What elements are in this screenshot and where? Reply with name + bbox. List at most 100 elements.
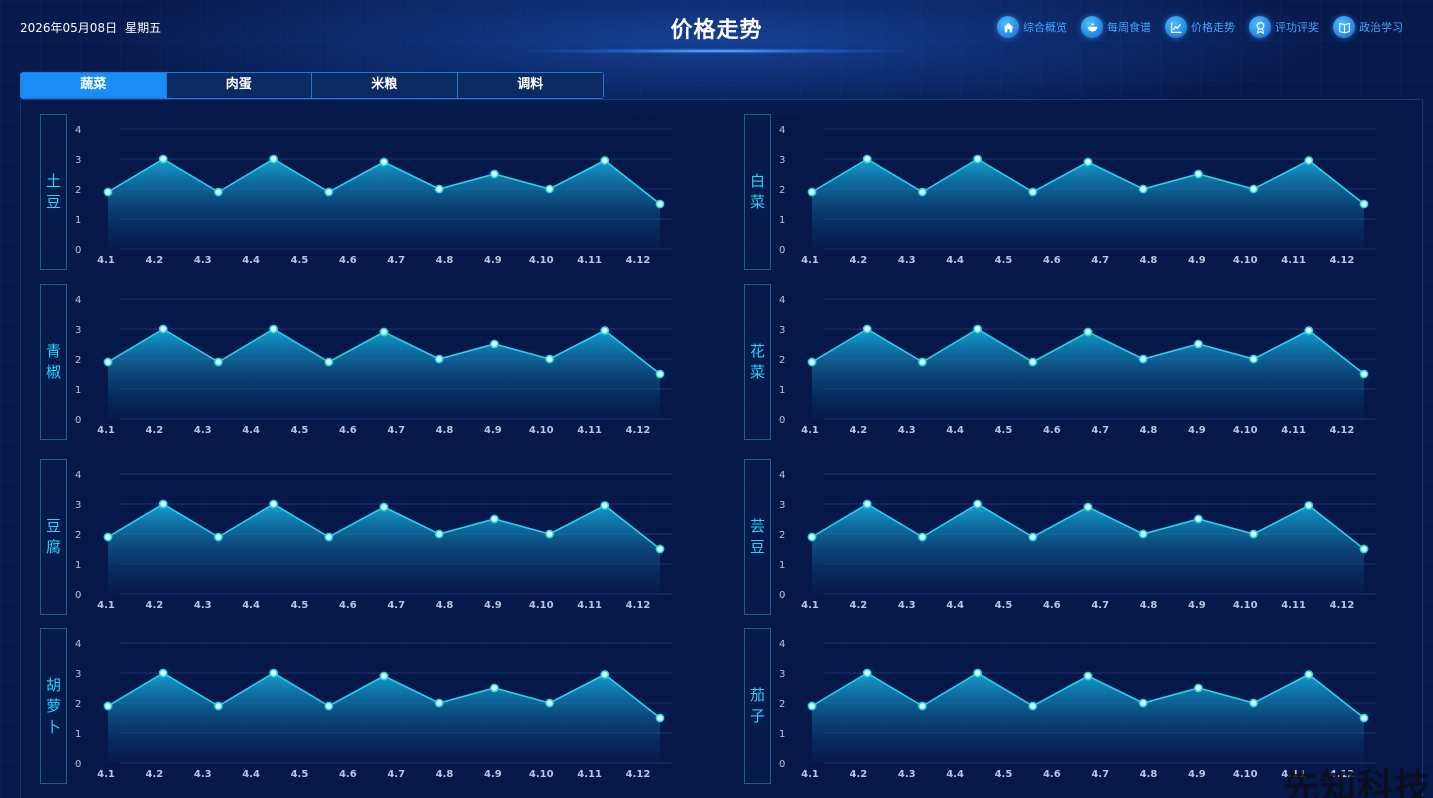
data-point[interactable]: [324, 357, 334, 367]
data-point[interactable]: [269, 668, 278, 678]
data-point[interactable]: [973, 324, 982, 334]
x-tick-label: 4.3: [194, 600, 212, 611]
data-point[interactable]: [1138, 184, 1148, 194]
data-point[interactable]: [269, 324, 278, 334]
data-point[interactable]: [269, 154, 278, 164]
data-point[interactable]: [1193, 514, 1203, 524]
data-point[interactable]: [807, 357, 817, 367]
data-point[interactable]: [1138, 529, 1148, 539]
data-point[interactable]: [434, 184, 444, 194]
data-point[interactable]: [1083, 671, 1093, 681]
data-point[interactable]: [1193, 683, 1203, 693]
data-point[interactable]: [655, 369, 665, 379]
data-point[interactable]: [158, 154, 168, 164]
data-point[interactable]: [1028, 532, 1038, 542]
data-point[interactable]: [379, 502, 389, 512]
data-point[interactable]: [545, 698, 554, 708]
data-point[interactable]: [1359, 199, 1369, 209]
data-point[interactable]: [103, 701, 113, 711]
data-point[interactable]: [655, 199, 665, 209]
data-point[interactable]: [1083, 157, 1093, 167]
data-point[interactable]: [545, 184, 554, 194]
tab-vegetables[interactable]: 蔬菜: [21, 73, 167, 98]
data-point[interactable]: [1359, 369, 1369, 379]
data-point[interactable]: [862, 154, 872, 164]
nav-price-trend[interactable]: 价格走势: [1165, 16, 1235, 38]
data-point[interactable]: [1249, 354, 1258, 364]
data-point[interactable]: [379, 671, 389, 681]
data-point[interactable]: [1083, 327, 1093, 337]
x-tick-label: 4.9: [484, 425, 502, 436]
data-point[interactable]: [1304, 326, 1314, 335]
data-point[interactable]: [1249, 698, 1258, 708]
data-point[interactable]: [862, 324, 872, 334]
data-point[interactable]: [213, 187, 223, 197]
data-point[interactable]: [1028, 701, 1038, 711]
data-point[interactable]: [600, 156, 610, 165]
data-point[interactable]: [379, 157, 389, 167]
data-point[interactable]: [324, 701, 334, 711]
data-point[interactable]: [917, 701, 927, 711]
data-point[interactable]: [434, 354, 444, 364]
data-point[interactable]: [545, 529, 554, 539]
data-point[interactable]: [324, 532, 334, 542]
data-point[interactable]: [103, 532, 113, 542]
data-point[interactable]: [1138, 698, 1148, 708]
data-point[interactable]: [158, 324, 168, 334]
data-point[interactable]: [1359, 544, 1369, 554]
data-point[interactable]: [545, 354, 554, 364]
data-point[interactable]: [1304, 501, 1314, 510]
data-point[interactable]: [1304, 156, 1314, 165]
data-point[interactable]: [807, 701, 817, 711]
data-point[interactable]: [103, 187, 113, 197]
data-point[interactable]: [600, 326, 610, 335]
nav-weekly-menu[interactable]: 每周食谱: [1081, 16, 1151, 38]
nav-political-study[interactable]: 政治学习: [1333, 16, 1403, 38]
data-point[interactable]: [213, 532, 223, 542]
data-point[interactable]: [973, 499, 982, 509]
data-point[interactable]: [103, 357, 113, 367]
data-point[interactable]: [600, 501, 610, 510]
data-point[interactable]: [1304, 670, 1314, 679]
price-trend-chart: 0 1 2 3 4 4.1 4.2 4.3 4.4 4.5 4.6 4.7 4.8 4.9 4.10 4.11…: [40, 628, 672, 782]
data-point[interactable]: [917, 357, 927, 367]
data-point[interactable]: [434, 529, 444, 539]
tab-seasoning[interactable]: 调料: [457, 73, 603, 98]
data-point[interactable]: [973, 154, 982, 164]
data-point[interactable]: [655, 713, 665, 723]
nav-awards[interactable]: 评功评奖: [1249, 16, 1319, 38]
data-point[interactable]: [862, 668, 872, 678]
data-point[interactable]: [807, 187, 817, 197]
data-point[interactable]: [1359, 713, 1369, 723]
data-point[interactable]: [1083, 502, 1093, 512]
data-point[interactable]: [434, 698, 444, 708]
data-point[interactable]: [269, 499, 278, 509]
data-point[interactable]: [917, 187, 927, 197]
data-point[interactable]: [489, 339, 499, 349]
nav-overview[interactable]: 综合概览: [997, 16, 1067, 38]
data-point[interactable]: [1028, 357, 1038, 367]
data-point[interactable]: [489, 514, 499, 524]
data-point[interactable]: [917, 532, 927, 542]
data-point[interactable]: [379, 327, 389, 337]
data-point[interactable]: [600, 670, 610, 679]
data-point[interactable]: [158, 668, 168, 678]
data-point[interactable]: [1249, 529, 1258, 539]
data-point[interactable]: [489, 169, 499, 179]
tab-meat-eggs[interactable]: 肉蛋: [166, 73, 312, 98]
data-point[interactable]: [1193, 339, 1203, 349]
data-point[interactable]: [1249, 184, 1258, 194]
data-point[interactable]: [213, 357, 223, 367]
data-point[interactable]: [862, 499, 872, 509]
tab-grain[interactable]: 米粮: [312, 73, 458, 98]
data-point[interactable]: [489, 683, 499, 693]
data-point[interactable]: [973, 668, 982, 678]
data-point[interactable]: [807, 532, 817, 542]
data-point[interactable]: [655, 544, 665, 554]
data-point[interactable]: [1193, 169, 1203, 179]
data-point[interactable]: [1138, 354, 1148, 364]
data-point[interactable]: [158, 499, 168, 509]
data-point[interactable]: [1028, 187, 1038, 197]
data-point[interactable]: [324, 187, 334, 197]
data-point[interactable]: [213, 701, 223, 711]
